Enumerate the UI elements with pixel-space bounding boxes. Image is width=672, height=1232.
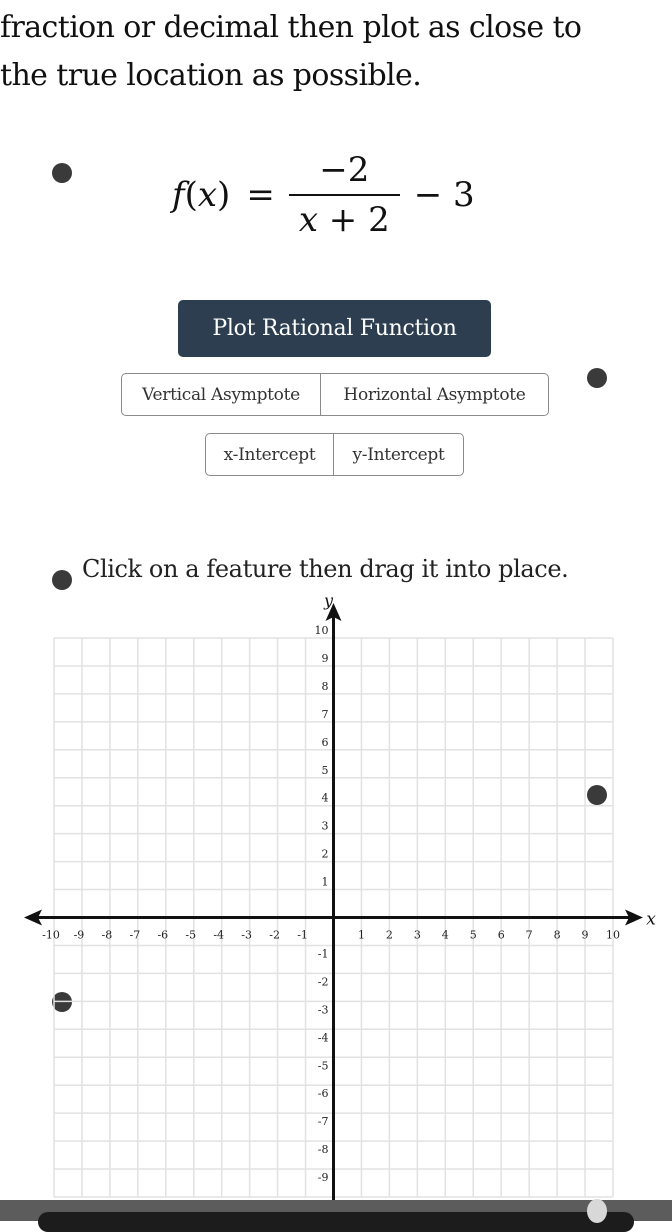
y-axis-label: y <box>323 591 334 610</box>
vertical-asymptote-button[interactable]: Vertical Asymptote <box>122 374 320 415</box>
x-tick-label: 1 <box>358 929 365 942</box>
denominator-variable: x <box>298 200 318 240</box>
scroll-handle[interactable] <box>587 1199 607 1223</box>
y-tick-label: 7 <box>322 708 329 721</box>
y-tick-label: -3 <box>318 1003 329 1016</box>
y-tick-label: 1 <box>322 876 329 889</box>
function-variable: x <box>197 175 218 215</box>
bottom-toolbar-panel <box>38 1212 634 1232</box>
y-intercept-button[interactable]: y-Intercept <box>333 434 463 475</box>
x-tick-label: 3 <box>414 929 421 942</box>
y-tick-label: 6 <box>322 736 329 749</box>
x-tick-label: -2 <box>269 929 280 942</box>
denominator-constant: + 2 <box>318 200 390 240</box>
coordinate-plane[interactable]: x y -10 -9 -8 -7 -6 -5 -4 -3 -2 -1 1 2 3 4 5 6 7 8 9 10 10 9 8 7 6… <box>0 585 672 1205</box>
paren-close: ) <box>217 175 231 215</box>
bullet-dot <box>52 163 72 183</box>
y-tick-label: -5 <box>318 1059 329 1072</box>
x-tick-label: 6 <box>498 929 505 942</box>
y-tick-label: 10 <box>315 624 329 637</box>
x-tick-label: -10 <box>42 929 60 942</box>
y-tick-label: -8 <box>318 1143 329 1156</box>
x-tick-label: -3 <box>241 929 252 942</box>
x-tick-label: -1 <box>297 929 308 942</box>
y-tick-label: -1 <box>318 947 329 960</box>
y-tick-label: 8 <box>322 680 329 693</box>
y-tick-label: 5 <box>322 764 329 777</box>
instructions-line-2: the true location as possible. <box>0 58 422 93</box>
instructions-text: fraction or decimal then plot as close t… <box>0 4 672 100</box>
x-tick-label: -7 <box>129 929 140 942</box>
y-tick-label: 9 <box>322 652 329 665</box>
x-tick-label: 5 <box>470 929 477 942</box>
x-axis-label: x <box>646 910 656 930</box>
intercept-button-group: x-Intercept y-Intercept <box>205 433 464 476</box>
x-tick-label: -4 <box>213 929 224 942</box>
x-tick-label: 4 <box>442 929 449 942</box>
drag-hint: Click on a feature then drag it into pla… <box>82 555 569 583</box>
x-tick-label: 10 <box>606 929 620 942</box>
bullet-dot <box>587 368 607 388</box>
y-tick-label: 4 <box>322 792 329 805</box>
denominator: x + 2 <box>289 196 400 240</box>
x-tick-label: 2 <box>386 929 393 942</box>
horizontal-asymptote-button[interactable]: Horizontal Asymptote <box>320 374 548 415</box>
x-intercept-button[interactable]: x-Intercept <box>206 434 333 475</box>
constant-term: − 3 <box>413 175 475 215</box>
x-tick-label: 8 <box>554 929 561 942</box>
x-tick-label: -9 <box>74 929 85 942</box>
numerator: −2 <box>319 150 370 190</box>
x-tick-label: 7 <box>526 929 533 942</box>
equals-sign: = <box>246 175 275 215</box>
x-tick-label: -6 <box>157 929 168 942</box>
x-tick-label: -5 <box>185 929 196 942</box>
fraction: −2 x + 2 <box>288 150 400 240</box>
y-tick-label: -6 <box>318 1087 329 1100</box>
x-tick-label: -8 <box>102 929 113 942</box>
paren-open: ( <box>184 175 198 215</box>
x-tick-label: 9 <box>582 929 589 942</box>
y-tick-label: -7 <box>318 1115 329 1128</box>
function-name: f <box>172 175 185 215</box>
function-equation: f ( x ) = −2 x + 2 − 3 <box>172 140 475 250</box>
instructions-line-1: fraction or decimal then plot as close t… <box>0 10 582 45</box>
y-tick-label: -2 <box>318 975 329 988</box>
asymptote-button-group: Vertical Asymptote Horizontal Asymptote <box>121 373 549 416</box>
y-tick-label: 2 <box>322 848 329 861</box>
bottom-toolbar <box>0 1200 672 1232</box>
plot-rational-function-button[interactable]: Plot Rational Function <box>178 300 491 357</box>
y-tick-label: -9 <box>318 1171 329 1184</box>
y-tick-label: -4 <box>318 1031 329 1044</box>
y-tick-label: 3 <box>322 820 329 833</box>
